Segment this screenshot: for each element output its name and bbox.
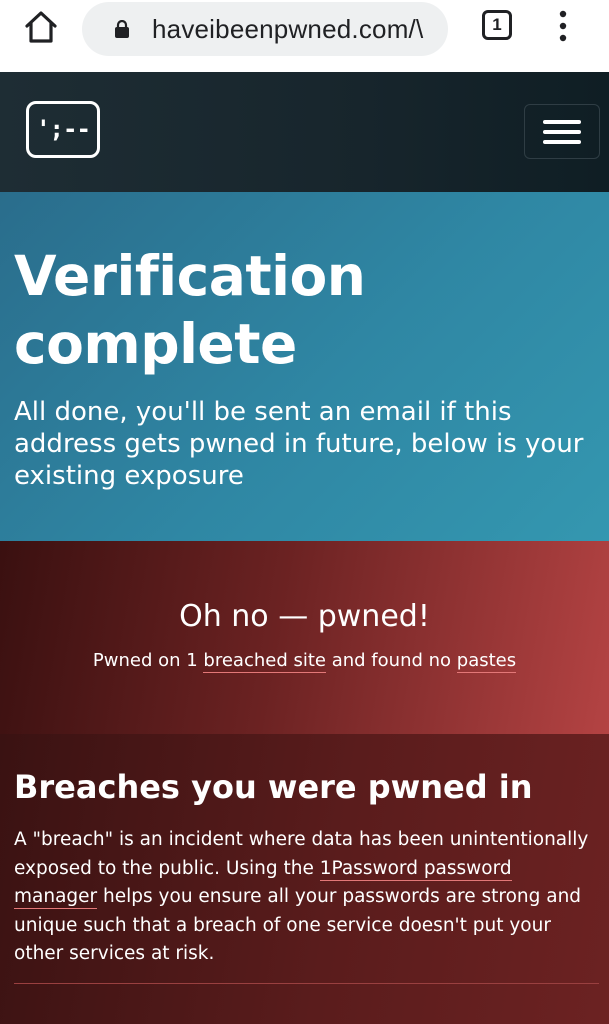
address-bar[interactable]: haveibeenpwned.com/\ [82, 2, 448, 56]
tab-switcher-icon[interactable]: 1 [482, 10, 512, 40]
breaches-description: A "breach" is an incident where data has… [14, 826, 594, 969]
breaches-section: Breaches you were pwned in A "breach" is… [0, 734, 609, 1024]
home-icon[interactable] [22, 8, 60, 46]
site-logo[interactable]: ';-- [26, 101, 100, 158]
site-header: ';-- [0, 72, 609, 193]
summary-middle: and found no [326, 650, 457, 671]
page-title: Verification complete [14, 244, 366, 376]
breached-site-link[interactable]: breached site [203, 650, 326, 673]
verification-hero: Verification complete All done, you'll b… [0, 192, 609, 541]
pastes-link[interactable]: pastes [456, 650, 517, 673]
more-vert-icon[interactable] [556, 10, 570, 42]
url-text: haveibeenpwned.com/\ [152, 14, 424, 44]
hamburger-icon[interactable] [524, 104, 600, 159]
pwned-banner: Oh no — pwned! Pwned on 1 breached site … [0, 541, 609, 734]
summary-prefix: Pwned on 1 [92, 650, 204, 671]
pwned-headline: Oh no — pwned! [179, 599, 430, 634]
lock-icon [115, 20, 129, 38]
verification-message: All done, you'll be sent an email if thi… [14, 397, 584, 491]
section-divider [14, 983, 599, 984]
pwned-summary: Pwned on 1 breached site and found no pa… [0, 650, 609, 673]
breaches-title: Breaches you were pwned in [14, 768, 533, 806]
breaches-desc-after: helps you ensure all your passwords are … [14, 886, 582, 964]
browser-toolbar: haveibeenpwned.com/\ 1 [0, 0, 609, 72]
